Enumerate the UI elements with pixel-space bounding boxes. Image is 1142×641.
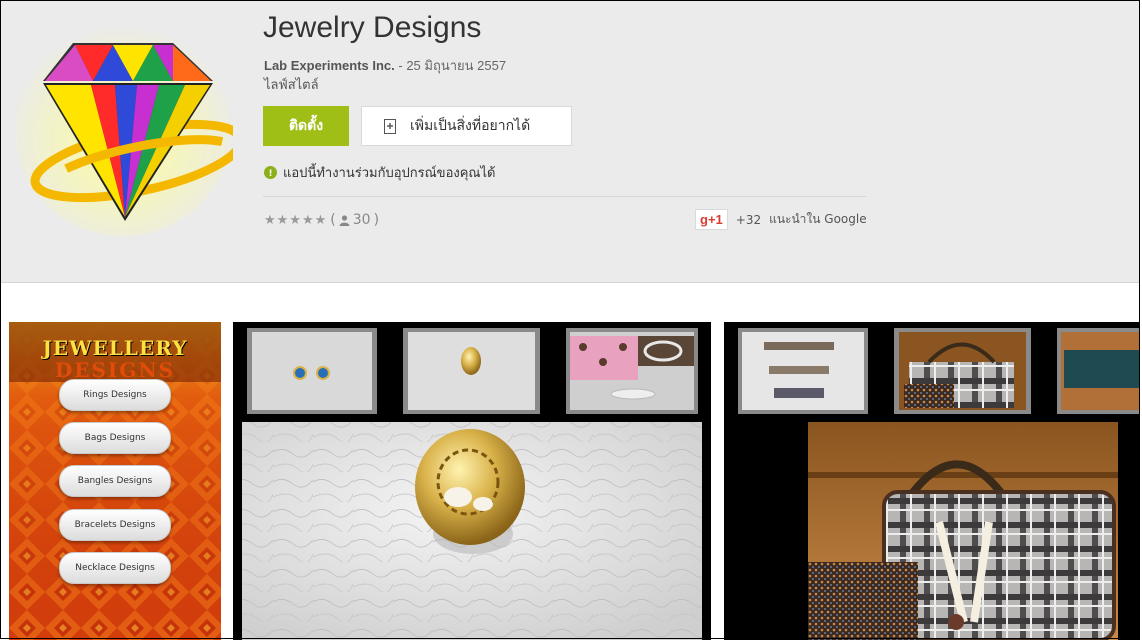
bookmark-add-icon [384,118,396,134]
ring-gallery-image [242,328,702,640]
rating-close-paren: ) [373,212,380,228]
check-circle-icon: ! [264,166,277,179]
bracelets-designs-button: Bracelets Designs [59,509,171,541]
category-link[interactable]: ไลฟ์สไตล์ [264,74,319,95]
screenshot-1[interactable]: JEWELLERY DESIGNS Rings Designs Bags Des… [9,322,221,640]
meta-separator: - [394,58,407,73]
app-logo-line1: JEWELLERY [42,336,188,360]
screenshot-3[interactable] [724,322,1140,640]
person-icon [339,214,350,226]
add-to-wishlist-button[interactable]: เพิ่มเป็นสิ่งที่อยากได้ [361,106,572,146]
google-plus-text: แนะนำใน Google [769,212,867,226]
app-header: Jewelry Designs Lab Experiments Inc. - 2… [1,1,1140,283]
install-button[interactable]: ติดตั้ง [263,106,349,146]
app-meta: Lab Experiments Inc. - 25 มิถุนายน 2557 [264,55,506,76]
screenshot-2[interactable] [233,322,711,640]
bangles-designs-button: Bangles Designs [59,465,171,497]
compatibility-text: แอปนี้ทำงานร่วมกับอุปกรณ์ของคุณได้ [283,166,496,181]
rating-open-paren: ( [330,212,336,228]
rating-stars: ★★★★★ [264,212,328,228]
svg-text:!: ! [268,169,272,179]
rings-designs-button: Rings Designs [59,379,171,411]
wishlist-label: เพิ่มเป็นสิ่งที่อยากได้ [410,118,531,134]
rating-count: 30 [352,212,371,228]
bag-gallery-image [738,328,1140,640]
app-title: Jewelry Designs [263,11,482,44]
divider [263,196,866,197]
google-plus-widget: g+1 +32 แนะนำใน Google [695,209,867,230]
bags-designs-button: Bags Designs [59,422,171,454]
google-plus-count: +32 [735,212,762,227]
necklace-designs-button: Necklace Designs [59,552,171,584]
diamond-icon [15,26,233,236]
release-date: 25 มิถุนายน 2557 [406,58,507,73]
google-plus-button[interactable]: g+1 [695,209,728,230]
compatibility-note: ! แอปนี้ทำงานร่วมกับอุปกรณ์ของคุณได้ [264,162,495,183]
developer-link[interactable]: Lab Experiments Inc. [264,58,395,73]
rating-summary: ★★★★★ ( 30 ) [264,212,379,228]
